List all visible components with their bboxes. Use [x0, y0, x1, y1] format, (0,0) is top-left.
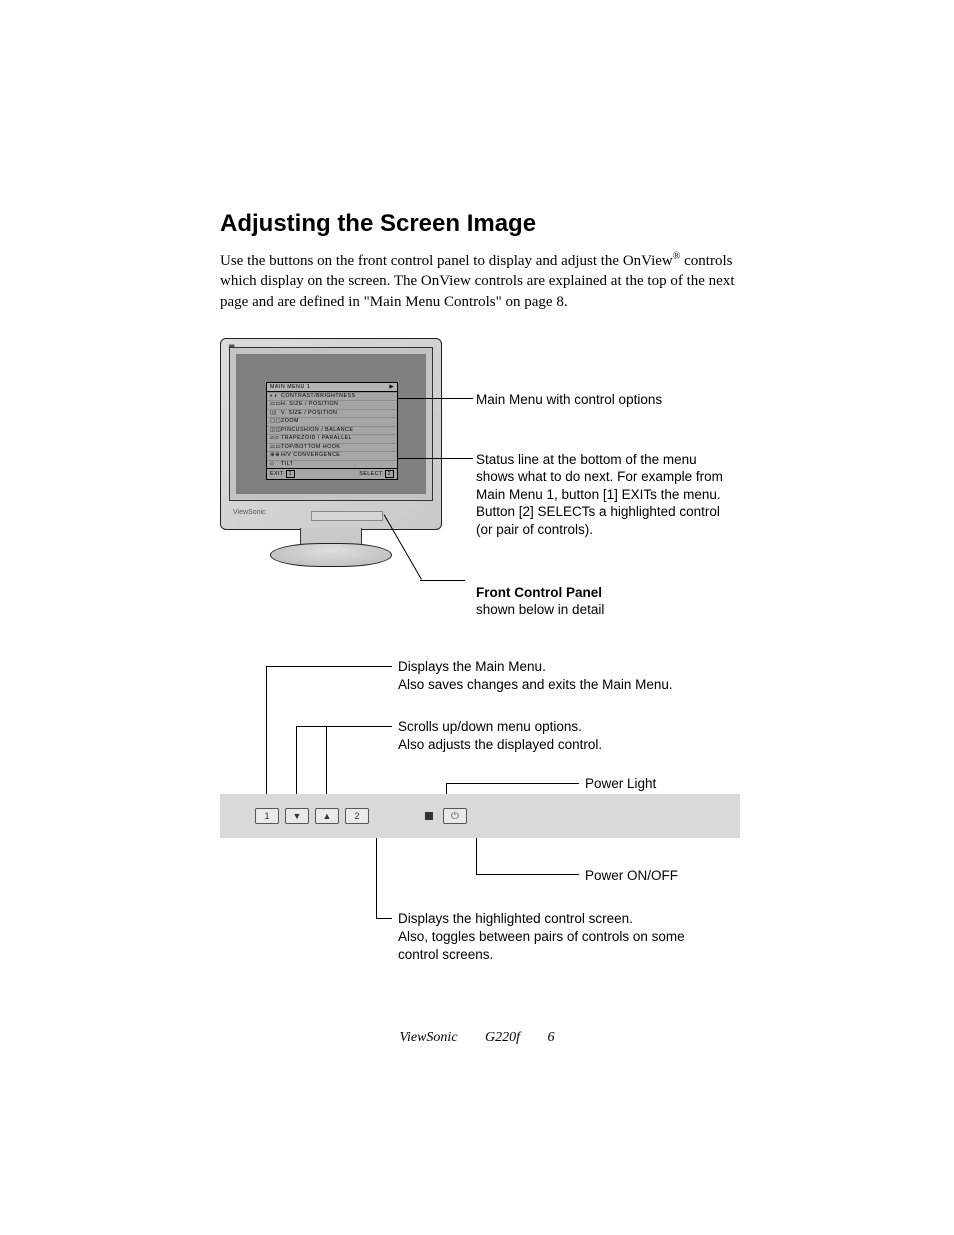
leader-line	[266, 666, 392, 667]
osd-item: ▱▱TRAPEZOID / PARALLEL	[267, 434, 397, 443]
page-footer: ViewSonic G220f 6	[0, 1030, 954, 1046]
callout-front-panel: Front Control Panel shown below in detai…	[476, 584, 736, 619]
callout-front-panel-sub: shown below in detail	[476, 602, 604, 617]
osd-item-label: V. SIZE / POSITION	[281, 410, 338, 418]
leader-line	[296, 726, 392, 727]
monitor-figure: ▆▂ ViewSonic MAIN MENU 1 ▶ ◐◑CONTRAST/BR…	[220, 338, 740, 608]
panel-power-button: ⏻	[443, 808, 467, 824]
osd-item-icon: ▱▱	[270, 435, 281, 443]
osd-item: ◫◫PINCUSHION / BALANCE	[267, 426, 397, 435]
callout-button-1-b: Also saves changes and exits the Main Me…	[398, 677, 673, 692]
leader-line	[376, 918, 392, 919]
page-heading: Adjusting the Screen Image	[220, 210, 740, 238]
osd-item: ▯▯V. SIZE / POSITION	[267, 409, 397, 418]
leader-line	[296, 726, 297, 794]
osd-item: ◇TILT	[267, 460, 397, 469]
osd-footer: EXIT 1 SELECT 2	[267, 468, 397, 479]
leader-line	[446, 783, 579, 784]
panel-button-down: ▼	[285, 808, 309, 824]
leader-line	[326, 726, 327, 794]
osd-item-icon: ▢▢	[270, 418, 281, 426]
callout-button-1: Displays the Main Menu. Also saves chang…	[398, 658, 728, 694]
panel-button-1: 1	[255, 808, 279, 824]
osd-item: ◐◑CONTRAST/BRIGHTNESS	[267, 392, 397, 401]
leader-line	[376, 838, 377, 918]
osd-item-label: TILT	[281, 461, 294, 469]
callout-arrow-b: Also adjusts the displayed control.	[398, 737, 602, 752]
callout-main-menu: Main Menu with control options	[476, 391, 736, 409]
osd-item-label: H/V CONVERGENCE	[281, 452, 340, 460]
monitor-brand-label: ViewSonic	[233, 509, 266, 516]
callout-button-2-b: Also, toggles between pairs of controls …	[398, 929, 685, 962]
osd-item: ▭▭H. SIZE / POSITION	[267, 400, 397, 409]
monitor-front-buttons	[311, 511, 383, 521]
osd-item-label: CONTRAST/BRIGHTNESS	[281, 393, 356, 401]
leader-line	[420, 580, 465, 581]
panel-button-2: 2	[345, 808, 369, 824]
footer-model: G220f	[485, 1030, 520, 1046]
footer-page-number: 6	[548, 1030, 555, 1046]
intro-text-a: Use the buttons on the front control pan…	[220, 253, 673, 269]
osd-title: MAIN MENU 1	[270, 384, 310, 390]
osd-item-label: TOP/BOTTOM HOOK	[281, 444, 340, 452]
leader-line	[266, 666, 267, 794]
osd-item-label: ZOOM	[281, 418, 299, 426]
osd-item-icon: ◫◫	[270, 427, 281, 435]
callout-button-1-a: Displays the Main Menu.	[398, 659, 546, 674]
osd-item-label: TRAPEZOID / PARALLEL	[281, 435, 352, 443]
osd-exit-button: 1	[286, 470, 295, 478]
leader-line	[476, 838, 477, 874]
callout-power-light: Power Light	[585, 775, 656, 793]
osd-item-label: PINCUSHION / BALANCE	[281, 427, 353, 435]
callout-button-2-a: Displays the highlighted control screen.	[398, 911, 633, 926]
leader-line	[476, 874, 579, 875]
osd-item-icon: ▯▯	[270, 410, 281, 418]
intro-paragraph: Use the buttons on the front control pan…	[220, 250, 740, 312]
osd-item: ▭▭TOP/BOTTOM HOOK	[267, 443, 397, 452]
callout-button-2: Displays the highlighted control screen.…	[398, 910, 728, 965]
leader-line	[398, 398, 473, 399]
osd-item-icon: ⊕⊕	[270, 452, 281, 460]
callout-front-panel-title: Front Control Panel	[476, 585, 602, 600]
osd-header: MAIN MENU 1 ▶	[267, 383, 397, 392]
osd-item-icon: ◇	[270, 461, 281, 469]
osd-item-label: H. SIZE / POSITION	[281, 401, 338, 409]
callout-status-line: Status line at the bottom of the menu sh…	[476, 451, 736, 539]
panel-power-led-icon	[425, 812, 433, 820]
front-panel-buttons: 1 ▼ ▲ 2 ⏻	[255, 808, 467, 824]
leader-line	[398, 458, 473, 459]
osd-item-icon: ◐◑	[270, 393, 281, 401]
callout-arrow-a: Scrolls up/down menu options.	[398, 719, 582, 734]
osd-select-button: 2	[385, 470, 394, 478]
panel-button-up: ▲	[315, 808, 339, 824]
osd-arrow-icon: ▶	[389, 384, 394, 390]
osd-item: ▢▢ZOOM	[267, 417, 397, 426]
front-panel-strip: 1 ▼ ▲ 2 ⏻	[220, 794, 740, 838]
osd-item: ⊕⊕H/V CONVERGENCE	[267, 451, 397, 460]
osd-select-label: SELECT	[359, 471, 383, 477]
osd-menu: MAIN MENU 1 ▶ ◐◑CONTRAST/BRIGHTNESS ▭▭H.…	[266, 382, 398, 481]
callout-power-onoff: Power ON/OFF	[585, 867, 678, 885]
footer-brand: ViewSonic	[399, 1030, 457, 1046]
osd-item-icon: ▭▭	[270, 401, 281, 409]
osd-exit-label: EXIT	[270, 471, 284, 477]
callout-arrow-buttons: Scrolls up/down menu options. Also adjus…	[398, 718, 728, 754]
osd-item-icon: ▭▭	[270, 444, 281, 452]
monitor-base	[270, 543, 392, 567]
